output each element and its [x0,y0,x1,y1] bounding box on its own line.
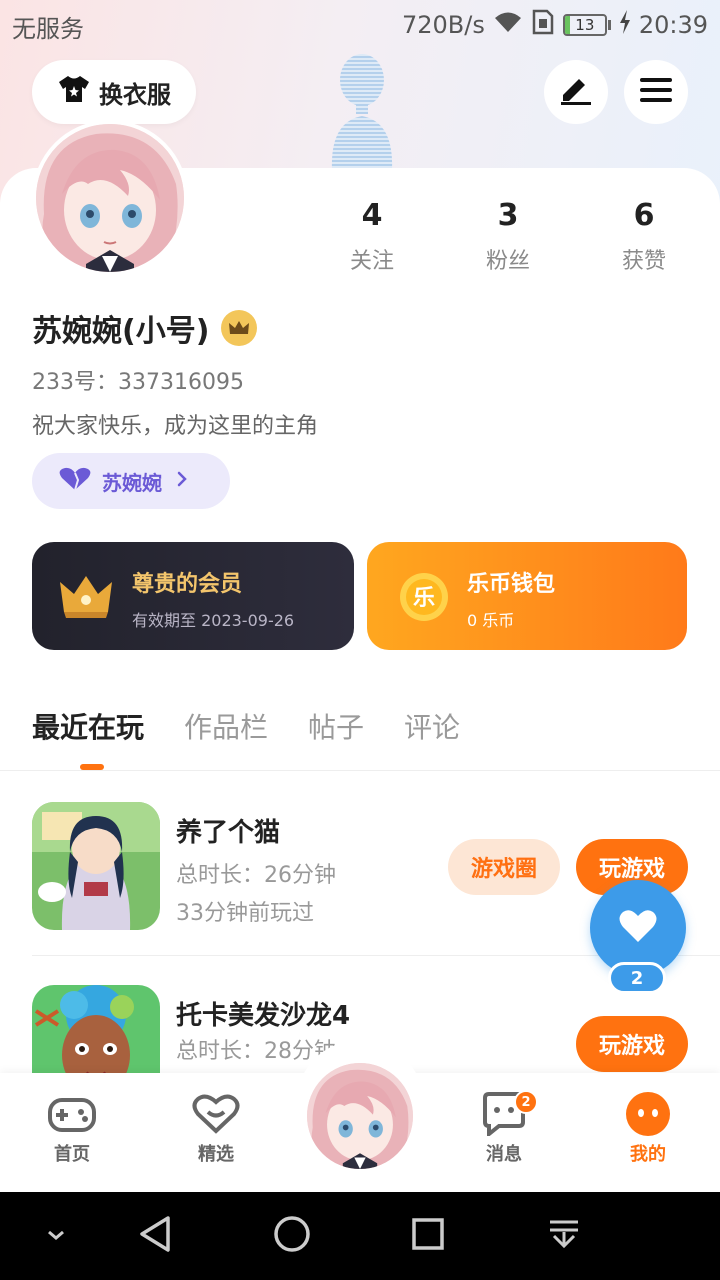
game-title: 养了个猫 [176,818,281,848]
edit-profile-button[interactable] [544,60,608,124]
home-circle-icon [272,1214,312,1258]
gamepad-icon [24,1090,120,1138]
vip-title: 尊贵的会员 [132,572,243,597]
menu-button[interactable] [624,60,688,124]
game-circle-button[interactable]: 游戏圈 [448,839,560,895]
nav-avatar-button[interactable] [304,1060,416,1172]
chevron-right-icon [176,469,188,493]
clock: 20:39 [638,11,708,39]
profile-avatar[interactable] [32,120,188,276]
tab-posts[interactable]: 帖子 [308,706,364,746]
change-outfit-button[interactable]: 换衣服 [32,60,196,124]
couple-tag-label: 苏婉婉 [102,470,162,495]
followers-count: 3 [497,198,519,233]
play-game-button[interactable]: 玩游戏 [576,1016,688,1072]
avatar-figure-preview[interactable] [322,48,402,170]
tab-divider [0,770,720,771]
profile-tabs: 最近在玩 作品栏 帖子 评论 [32,706,460,746]
carrier-text: 无服务 [12,15,84,43]
recents-square-icon [410,1216,446,1256]
wifi-icon [493,10,523,40]
crown-badge-icon[interactable] [221,310,258,346]
wallet-card[interactable]: 乐 乐币钱包 0 乐币 [367,542,687,650]
battery-icon: 13 [562,14,611,36]
following-label: 关注 [349,249,394,274]
coin-glyph: 乐 [413,586,435,611]
nav-me-label: 我的 [630,1144,666,1165]
system-navigation-bar [0,1192,720,1280]
couple-tag-button[interactable]: 苏婉婉 [32,453,230,509]
sim-icon [531,9,555,41]
vip-expiry: 有效期至 2023-09-26 [132,611,295,630]
notification-pull-button[interactable] [534,1192,594,1280]
following-count: 4 [361,198,383,233]
hamburger-icon [640,77,672,107]
vip-membership-card[interactable]: 尊贵的会员 有效期至 2023-09-26 [32,542,354,650]
chevron-down-icon [45,1227,67,1246]
user-bio: 祝大家快乐，成为这里的主角 [32,414,319,439]
chat-bubble-icon [456,1090,552,1138]
gold-crown-icon [58,572,114,624]
back-button[interactable] [126,1192,186,1280]
like-count-badge: 2 [608,962,666,994]
profile-name: 苏婉婉(小号) [32,314,210,349]
nav-messages-label: 消息 [486,1144,522,1165]
nav-home-label: 首页 [54,1144,90,1165]
nav-home[interactable]: 首页 [24,1090,120,1166]
likes-label: 获赞 [621,249,666,274]
tab-recently-played[interactable]: 最近在玩 [32,706,144,746]
network-speed: 720B/s [401,11,485,39]
heart-outline-icon [168,1090,264,1138]
followers-label: 粉丝 [485,249,530,274]
nav-me[interactable]: 我的 [600,1090,696,1166]
heart-link-icon [58,466,92,497]
wallet-title: 乐币钱包 [467,572,556,597]
home-button[interactable] [262,1192,322,1280]
game-title: 托卡美发沙龙4 [176,1001,351,1031]
profile-name-row: 苏婉婉(小号) [32,306,258,350]
pen-icon [559,75,593,109]
charging-icon [619,10,631,40]
back-triangle-icon [136,1214,176,1258]
nav-featured-label: 精选 [198,1144,234,1165]
coin-icon: 乐 [399,572,449,626]
heart-icon [618,908,658,948]
message-count-badge: 2 [514,1090,538,1114]
game-thumbnail[interactable] [32,802,160,930]
nav-featured[interactable]: 精选 [168,1090,264,1166]
wallet-balance: 0 乐币 [467,611,515,630]
game-duration: 总时长：26分钟 [176,863,336,888]
tab-comments[interactable]: 评论 [404,706,460,746]
hide-nav-button[interactable] [30,1192,82,1280]
status-bar: 无服务 720B/s 13 20:39 [0,0,720,50]
tab-works[interactable]: 作品栏 [184,706,268,746]
stat-followers[interactable]: 3 粉丝 [453,198,563,275]
tshirt-icon [57,74,91,110]
recents-button[interactable] [398,1192,458,1280]
stat-following[interactable]: 4 关注 [317,198,427,275]
user-id: 233号：337316095 [32,370,244,395]
pull-down-icon [546,1216,582,1256]
stat-likes[interactable]: 6 获赞 [589,198,699,275]
game-last-played: 33分钟前玩过 [176,901,314,926]
likes-count: 6 [633,198,655,233]
me-face-icon [600,1090,696,1138]
change-outfit-label: 换衣服 [99,80,171,109]
